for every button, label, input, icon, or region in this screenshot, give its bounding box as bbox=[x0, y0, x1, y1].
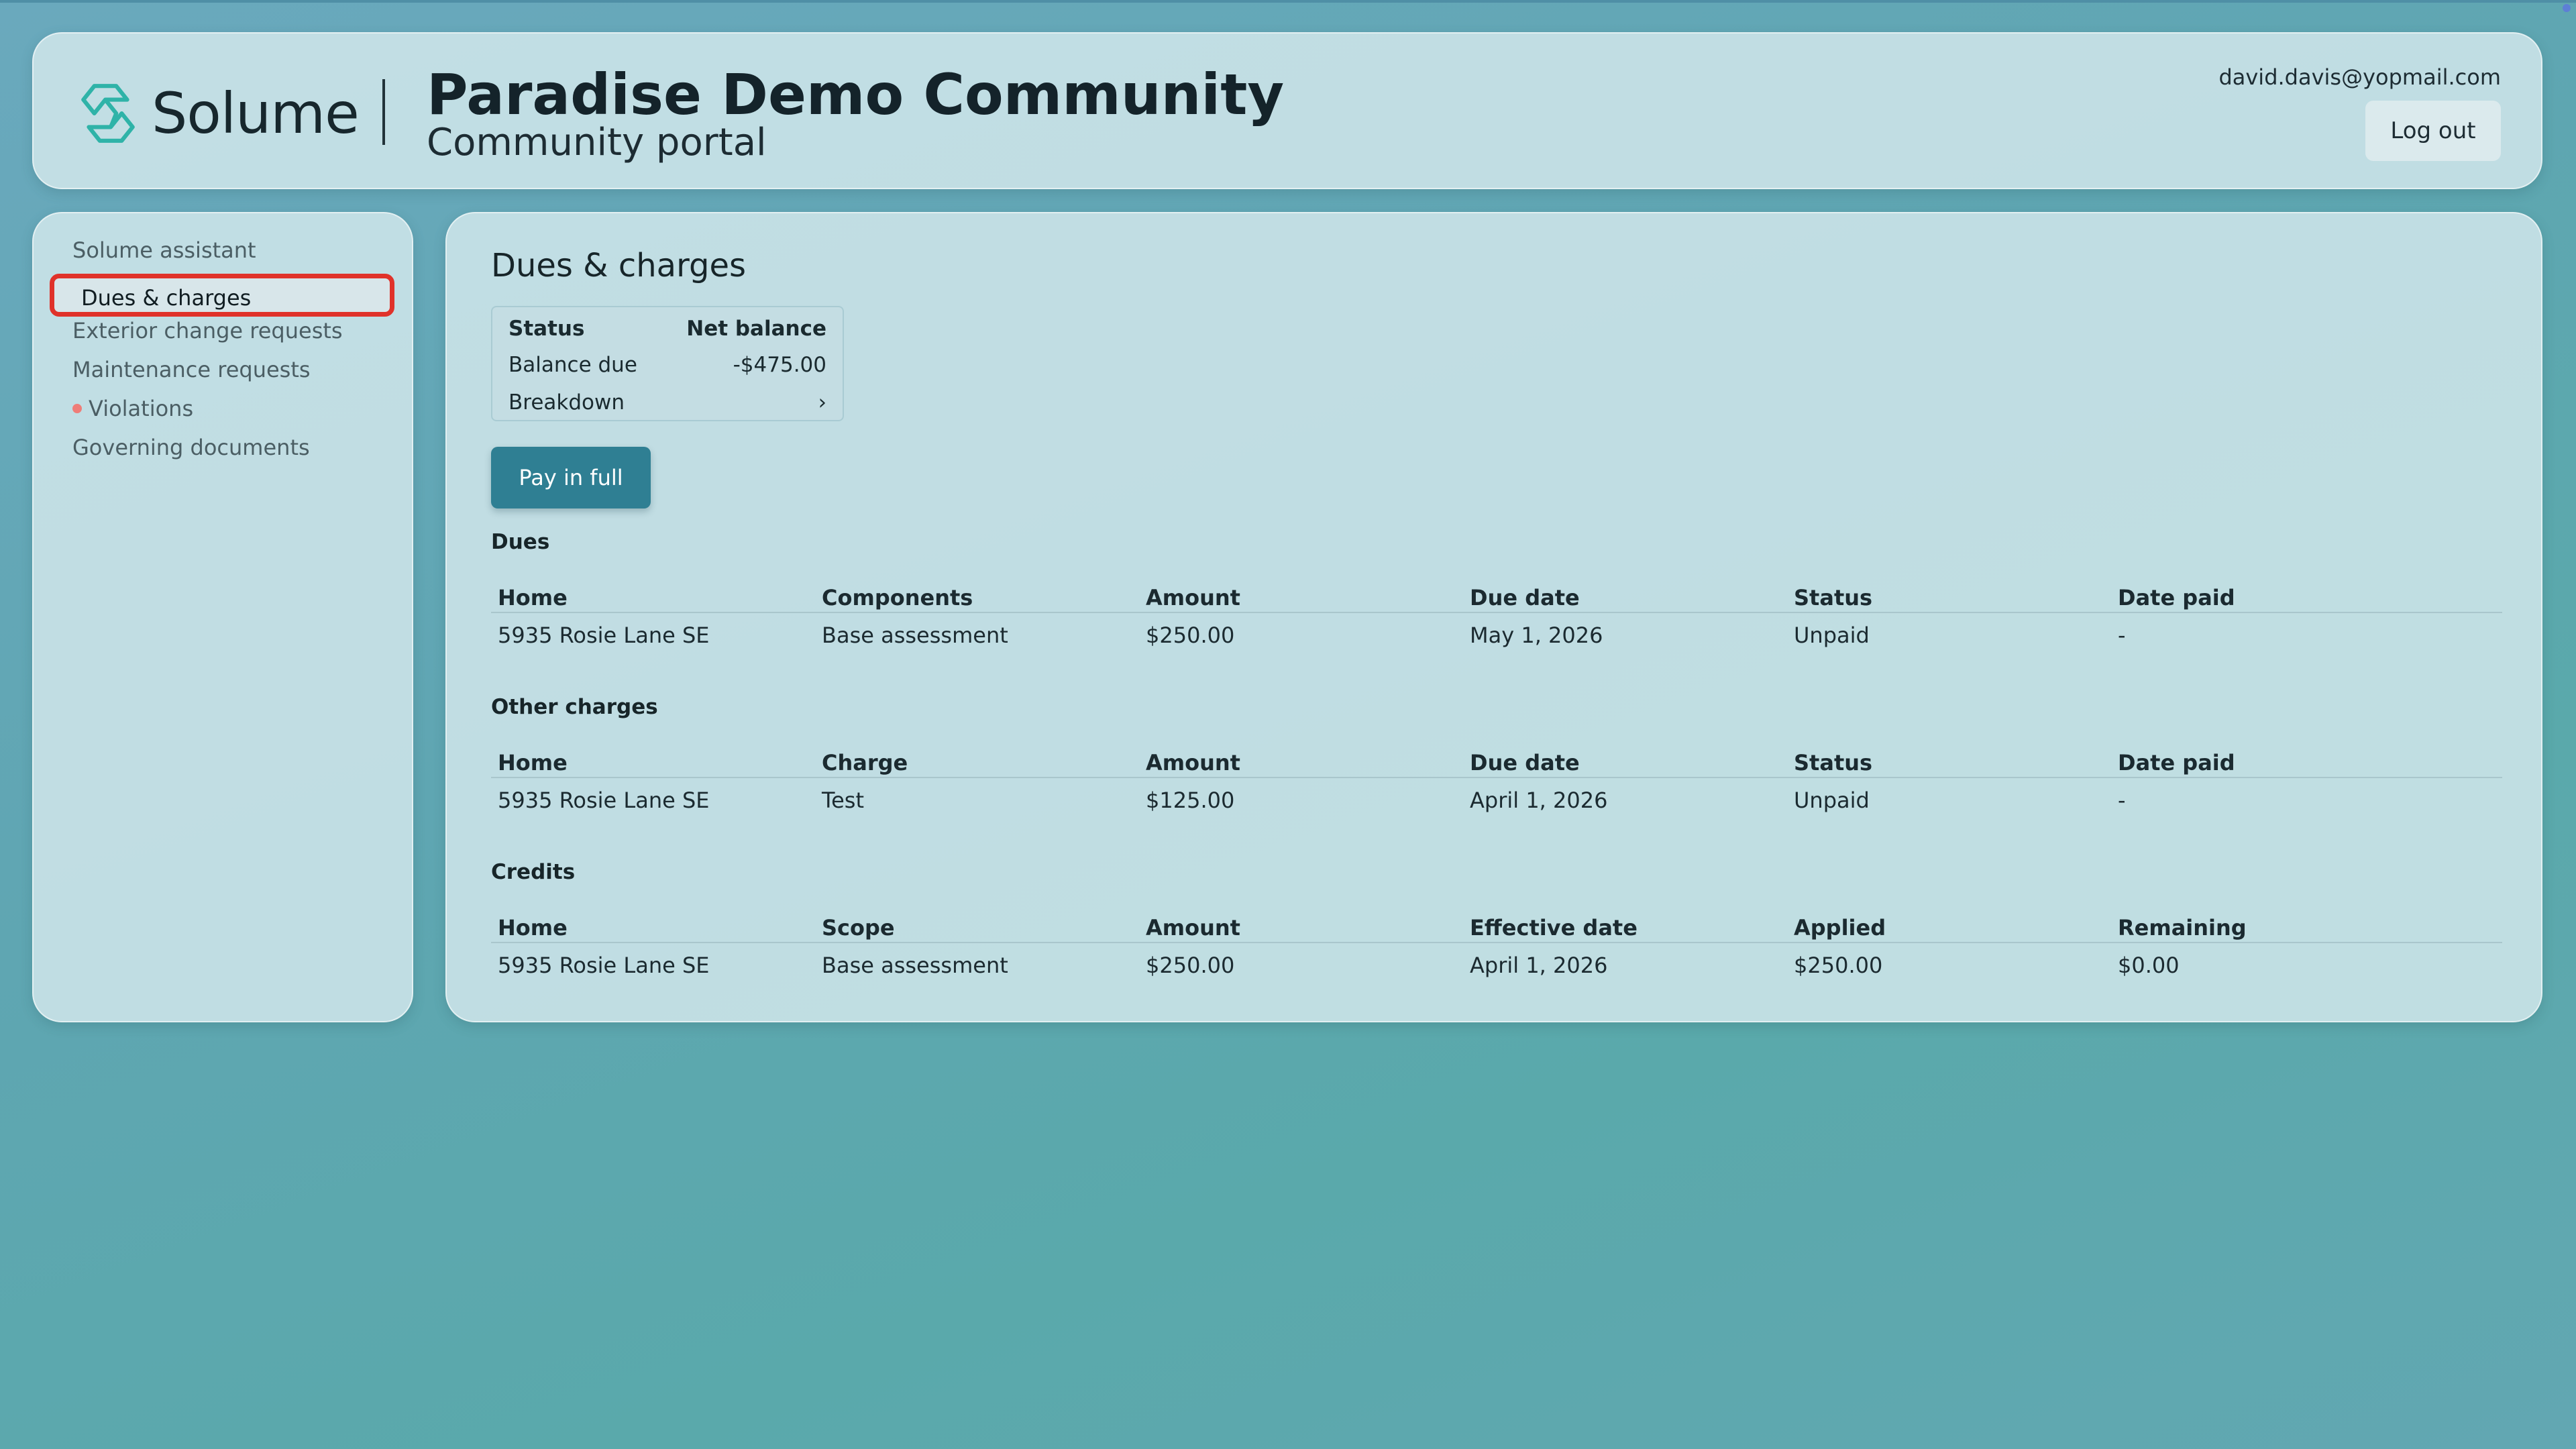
balance-due-label: Balance due bbox=[508, 353, 637, 377]
main-content: Dues & charges Status Net balance Balanc… bbox=[445, 212, 2542, 1022]
column-header: Date paid bbox=[2118, 585, 2235, 610]
table-cell: Unpaid bbox=[1794, 788, 1870, 813]
community-title: Paradise Demo Community bbox=[427, 62, 1285, 127]
column-header: Components bbox=[822, 585, 973, 610]
community-subtitle: Community portal bbox=[427, 121, 767, 164]
table-cell: 5935 Rosie Lane SE bbox=[498, 788, 710, 813]
sidebar-item-governing-documents[interactable]: Governing documents bbox=[72, 435, 310, 460]
table-cell: Base assessment bbox=[822, 953, 1008, 978]
column-header: Due date bbox=[1470, 585, 1580, 610]
status-label: Status bbox=[508, 317, 585, 341]
column-header: Status bbox=[1794, 585, 1873, 610]
column-header: Home bbox=[498, 750, 568, 775]
pay-in-full-button[interactable]: Pay in full bbox=[491, 447, 651, 508]
sidebar-item-label: Violations bbox=[89, 396, 194, 421]
brand-logo[interactable]: Solume bbox=[74, 79, 360, 148]
column-header: Amount bbox=[1146, 585, 1240, 610]
sidebar-item-maintenance-requests[interactable]: Maintenance requests bbox=[72, 357, 311, 382]
table-header-row: Home Components Amount Due date Status D… bbox=[491, 585, 2502, 613]
sidebar-item-label: Exterior change requests bbox=[72, 318, 343, 343]
column-header: Due date bbox=[1470, 750, 1580, 775]
table-cell: Base assessment bbox=[822, 623, 1008, 648]
table-cell: April 1, 2026 bbox=[1470, 953, 1608, 978]
sidebar-item-violations[interactable]: Violations bbox=[72, 396, 193, 421]
corner-indicator-dot bbox=[2563, 4, 2571, 12]
sidebar-item-dues-charges[interactable]: Dues & charges bbox=[50, 274, 394, 317]
breakdown-toggle[interactable]: Breakdown › bbox=[508, 390, 826, 415]
table-cell: $250.00 bbox=[1146, 623, 1235, 648]
sidebar-item-label: Governing documents bbox=[72, 435, 310, 460]
table-cell: Unpaid bbox=[1794, 623, 1870, 648]
sidebar-item-label: Solume assistant bbox=[72, 237, 256, 263]
brand-name: Solume bbox=[152, 80, 360, 146]
column-header: Remaining bbox=[2118, 915, 2247, 941]
table-cell: 5935 Rosie Lane SE bbox=[498, 623, 710, 648]
sidebar-item-label: Dues & charges bbox=[81, 285, 252, 311]
balance-status-row: Status Net balance bbox=[508, 317, 826, 341]
column-header: Home bbox=[498, 915, 568, 941]
table-cell: April 1, 2026 bbox=[1470, 788, 1608, 813]
sidebar-item-exterior-change-requests[interactable]: Exterior change requests bbox=[72, 318, 343, 343]
app-header: Solume Paradise Demo Community Community… bbox=[32, 32, 2542, 189]
column-header: Amount bbox=[1146, 750, 1240, 775]
table-row: 5935 Rosie Lane SE Base assessment $250.… bbox=[491, 943, 2502, 983]
column-header: Date paid bbox=[2118, 750, 2235, 775]
table-cell: May 1, 2026 bbox=[1470, 623, 1603, 648]
dues-section-title: Dues bbox=[491, 530, 550, 554]
other-charges-table: Home Charge Amount Due date Status Date … bbox=[491, 750, 2502, 818]
sidebar: Solume assistant Dues & charges Exterior… bbox=[32, 212, 413, 1022]
column-header: Applied bbox=[1794, 915, 1886, 941]
dues-table: Home Components Amount Due date Status D… bbox=[491, 585, 2502, 653]
table-cell: $0.00 bbox=[2118, 953, 2180, 978]
table-row: 5935 Rosie Lane SE Base assessment $250.… bbox=[491, 613, 2502, 653]
user-email: david.davis@yopmail.com bbox=[2218, 64, 2501, 90]
sidebar-item-solume-assistant[interactable]: Solume assistant bbox=[72, 237, 256, 263]
table-cell: - bbox=[2118, 623, 2126, 648]
balance-summary: Status Net balance Balance due -$475.00 … bbox=[491, 306, 844, 421]
column-header: Amount bbox=[1146, 915, 1240, 941]
logout-button[interactable]: Log out bbox=[2365, 101, 2501, 161]
net-balance-label: Net balance bbox=[686, 317, 826, 341]
column-header: Home bbox=[498, 585, 568, 610]
sidebar-item-label: Maintenance requests bbox=[72, 357, 311, 382]
notification-dot-icon bbox=[72, 404, 82, 413]
header-divider bbox=[382, 79, 385, 145]
column-header: Charge bbox=[822, 750, 908, 775]
table-cell: 5935 Rosie Lane SE bbox=[498, 953, 710, 978]
chevron-right-icon: › bbox=[818, 390, 826, 415]
credits-table: Home Scope Amount Effective date Applied… bbox=[491, 915, 2502, 983]
credits-section-title: Credits bbox=[491, 860, 576, 884]
table-cell: $250.00 bbox=[1146, 953, 1235, 978]
solume-logo-icon bbox=[81, 84, 135, 143]
table-header-row: Home Scope Amount Effective date Applied… bbox=[491, 915, 2502, 943]
table-row: 5935 Rosie Lane SE Test $125.00 April 1,… bbox=[491, 778, 2502, 818]
table-header-row: Home Charge Amount Due date Status Date … bbox=[491, 750, 2502, 778]
balance-due-value: -$475.00 bbox=[733, 353, 826, 377]
table-cell: Test bbox=[822, 788, 865, 813]
table-cell: $125.00 bbox=[1146, 788, 1235, 813]
window-top-edge bbox=[0, 0, 2576, 3]
column-header: Scope bbox=[822, 915, 895, 941]
breakdown-label: Breakdown bbox=[508, 390, 625, 415]
other-charges-section-title: Other charges bbox=[491, 695, 658, 719]
balance-due-row: Balance due -$475.00 bbox=[508, 353, 826, 377]
table-cell: - bbox=[2118, 788, 2126, 813]
page-title: Dues & charges bbox=[491, 247, 746, 284]
column-header: Status bbox=[1794, 750, 1873, 775]
column-header: Effective date bbox=[1470, 915, 1638, 941]
table-cell: $250.00 bbox=[1794, 953, 1883, 978]
